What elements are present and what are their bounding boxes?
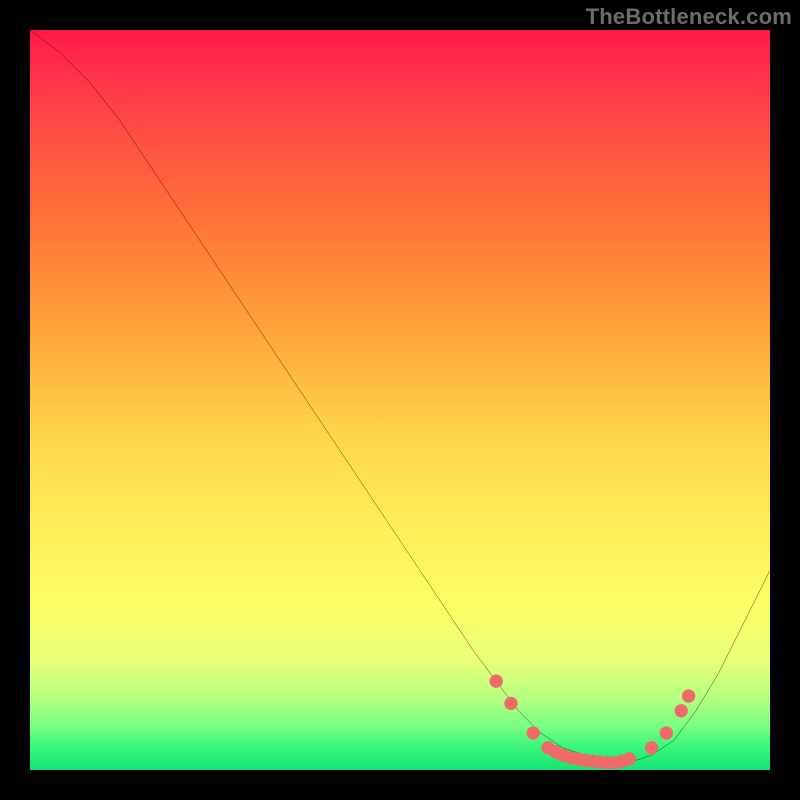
plot-area <box>30 30 770 770</box>
marker-dot <box>504 697 517 710</box>
marker-dot <box>645 741 658 754</box>
marker-dot <box>527 726 540 739</box>
marker-dot <box>675 704 688 717</box>
curve-path <box>30 30 770 763</box>
marker-dot <box>660 726 673 739</box>
chart-frame: TheBottleneck.com <box>0 0 800 800</box>
watermark-text: TheBottleneck.com <box>586 4 792 30</box>
marker-dot <box>623 752 636 765</box>
chart-svg <box>30 30 770 770</box>
marker-dot <box>490 675 503 688</box>
marker-group <box>490 675 696 770</box>
marker-dot <box>682 689 695 702</box>
